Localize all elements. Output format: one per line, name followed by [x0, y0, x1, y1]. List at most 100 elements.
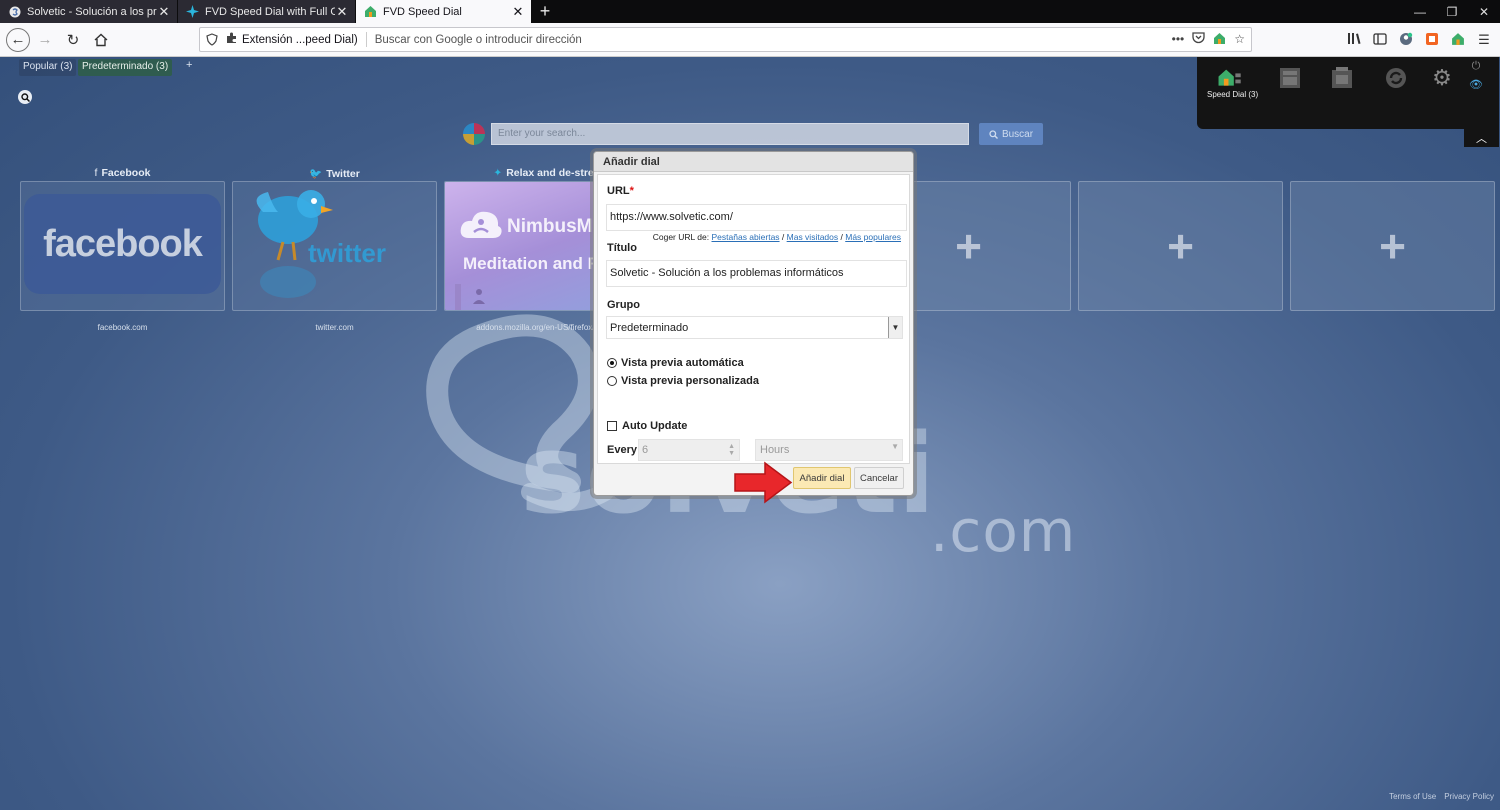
group-label: Grupo: [607, 299, 640, 311]
tab-fvd-addon[interactable]: FVD Speed Dial with Full Online ✕: [178, 0, 356, 23]
close-tab-icon[interactable]: ✕: [157, 4, 171, 20]
sidebar-icon[interactable]: [1372, 32, 1388, 48]
auto-update-checkbox[interactable]: Auto Update: [607, 420, 687, 432]
dial-twitter[interactable]: twitter: [232, 181, 437, 311]
privacy-link[interactable]: Privacy Policy: [1444, 792, 1494, 801]
tab-fvd-speed-dial[interactable]: FVD Speed Dial ✕: [356, 0, 532, 23]
every-unit-select[interactable]: Hours ▼: [755, 439, 903, 461]
close-tab-icon[interactable]: ✕: [511, 4, 525, 20]
speed-dial-extension-icon[interactable]: [1450, 32, 1466, 49]
link-most-visited[interactable]: Mas visitados: [787, 232, 839, 242]
shield-icon[interactable]: [206, 32, 220, 47]
speed-dial-favicon-icon: [364, 5, 377, 18]
radio-checked-icon: [607, 358, 617, 368]
meditation-figure-icon: [455, 284, 485, 310]
nimbus-subtitle: Meditation and R: [463, 254, 600, 273]
every-label: Every: [607, 444, 637, 456]
close-tab-icon[interactable]: ✕: [335, 4, 349, 20]
search-button[interactable]: Buscar: [979, 123, 1043, 145]
sync-icon[interactable]: [1383, 65, 1409, 91]
fvd-small-icon: ✦: [493, 167, 503, 179]
toolbar-icons: ☰: [1346, 23, 1500, 57]
twitter-small-icon: 🐦: [309, 168, 323, 180]
dial-empty-5[interactable]: +: [1078, 181, 1283, 311]
page-search: Enter your search... Buscar: [463, 123, 1043, 145]
title-label: Título: [607, 242, 637, 254]
search-engine-icon[interactable]: [463, 123, 485, 145]
extension-identity[interactable]: Extensión ...peed Dial): [226, 32, 367, 47]
pocket-icon[interactable]: [1192, 31, 1205, 48]
recently-closed-icon[interactable]: [1329, 65, 1355, 91]
url-input[interactable]: Buscar con Google o introducir dirección: [375, 34, 1172, 46]
radio-preview-custom[interactable]: Vista previa personalizada: [607, 375, 759, 387]
speed-dial-panel: Speed Dial (3) ⚙ ⏻ 👁: [1197, 57, 1499, 129]
extension-label: Extensión ...peed Dial): [242, 33, 358, 46]
facebook-thumb-text: facebook: [43, 222, 203, 265]
terms-link[interactable]: Terms of Use: [1389, 792, 1436, 801]
speed-dial-toolbar-icon[interactable]: [1213, 32, 1226, 48]
tab-title: Solvetic - Solución a los proble: [27, 5, 157, 18]
red-arrow-icon: [734, 461, 793, 504]
title-field[interactable]: Solvetic - Solución a los problemas info…: [606, 260, 907, 287]
spinner-icon[interactable]: ▲ ▼: [728, 443, 735, 457]
extension-orange-icon[interactable]: [1424, 32, 1440, 49]
home-button[interactable]: [88, 27, 114, 53]
nav-bar: ← → ↻ Extensión ...peed Dial) Buscar con…: [0, 23, 1500, 57]
power-icon[interactable]: ⏻: [1469, 59, 1483, 73]
search-input[interactable]: Enter your search...: [491, 123, 969, 145]
search-icon: [989, 129, 998, 139]
tab-title: FVD Speed Dial with Full Online: [205, 5, 335, 18]
speed-dial-mode-icon[interactable]: [1217, 65, 1243, 91]
url-bar[interactable]: Extensión ...peed Dial) Buscar con Googl…: [199, 27, 1252, 52]
eye-icon[interactable]: 👁: [1469, 77, 1483, 91]
svg-text:twitter: twitter: [308, 238, 386, 268]
page-actions-icon[interactable]: •••: [1172, 32, 1185, 48]
close-window-icon[interactable]: ✕: [1468, 0, 1500, 23]
url-field[interactable]: https://www.solvetic.com/: [606, 204, 907, 231]
settings-gear-icon[interactable]: ⚙: [1429, 65, 1455, 91]
minimize-icon[interactable]: —: [1404, 0, 1436, 23]
tab-title: FVD Speed Dial: [383, 5, 462, 18]
tab-bar: Solvetic - Solución a los proble ✕ FVD S…: [0, 0, 1500, 23]
reload-button[interactable]: ↻: [60, 27, 86, 53]
library-icon[interactable]: [1346, 32, 1362, 48]
add-dial-button[interactable]: Añadir dial: [793, 467, 851, 489]
dial-url-facebook: facebook.com: [97, 323, 148, 332]
group-tab-predeterminado[interactable]: Predeterminado (3): [78, 59, 173, 76]
dial-url-twitter: twitter.com: [315, 323, 354, 332]
cancel-button[interactable]: Cancelar: [854, 467, 904, 489]
radio-unchecked-icon: [607, 376, 617, 386]
every-number-input[interactable]: 6 ▲ ▼: [638, 439, 740, 461]
page-footer: Terms of Use Privacy Policy: [1389, 792, 1494, 801]
group-select[interactable]: Predeterminado ▼: [606, 316, 903, 339]
facebook-thumbnail: facebook: [24, 194, 221, 294]
dial-facebook[interactable]: facebook: [20, 181, 225, 311]
radio-preview-auto[interactable]: Vista previa automática: [607, 357, 744, 369]
watermark-com: .com: [930, 497, 1077, 565]
dial-empty-6[interactable]: +: [1290, 181, 1495, 311]
account-icon[interactable]: [1398, 32, 1414, 49]
dialog-title: Añadir dial: [594, 152, 913, 172]
twitter-bird-thumbnail: twitter: [256, 190, 386, 298]
bookmark-star-icon[interactable]: ☆: [1234, 32, 1245, 48]
add-dial-plus-icon: +: [1167, 220, 1194, 272]
most-visited-icon[interactable]: [1277, 65, 1303, 91]
tab-solvetic[interactable]: Solvetic - Solución a los proble ✕: [0, 0, 178, 23]
grab-url-links: Coger URL de: Pestañas abiertas / Mas vi…: [652, 232, 901, 242]
group-tab-popular[interactable]: Popular (3): [19, 59, 77, 76]
restore-icon[interactable]: ❐: [1436, 0, 1468, 23]
menu-icon[interactable]: ☰: [1476, 32, 1492, 48]
dialog-body: URL* https://www.solvetic.com/ Coger URL…: [597, 174, 910, 464]
chevron-down-icon[interactable]: ▼: [891, 442, 899, 451]
search-icon[interactable]: [18, 90, 32, 104]
link-most-popular[interactable]: Más populares: [845, 232, 901, 242]
link-open-tabs[interactable]: Pestañas abiertas: [712, 232, 780, 242]
new-tab-button[interactable]: +: [532, 0, 558, 23]
forward-button[interactable]: →: [32, 27, 58, 53]
back-button[interactable]: ←: [6, 27, 30, 52]
checkbox-icon: [607, 421, 617, 431]
add-dial-plus-icon: +: [955, 220, 982, 272]
collapse-panel-button[interactable]: ︿: [1464, 129, 1499, 147]
add-group-button[interactable]: +: [182, 57, 196, 74]
chevron-down-icon[interactable]: ▼: [888, 317, 902, 338]
